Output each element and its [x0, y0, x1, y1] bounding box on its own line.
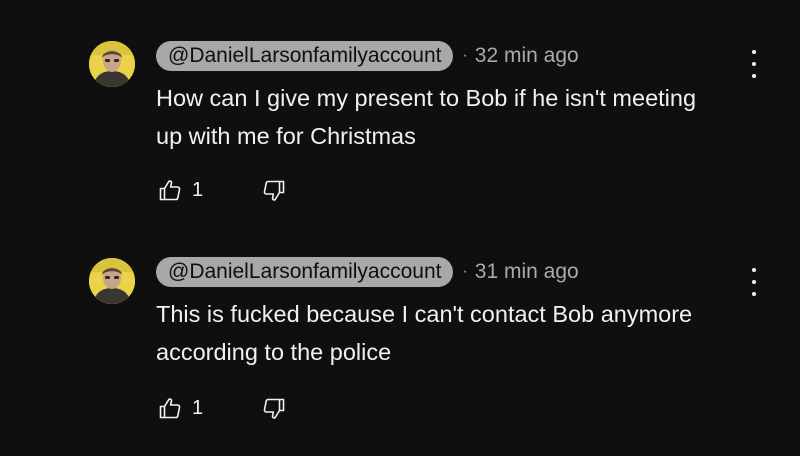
author-handle[interactable]: @DanielLarsonfamilyaccount — [156, 41, 454, 71]
avatar[interactable] — [89, 41, 135, 87]
menu-dot — [752, 62, 756, 66]
menu-dot — [752, 50, 756, 54]
comment: @DanielLarsonfamilyaccount · 31 min ago … — [0, 216, 800, 432]
timestamp[interactable]: 31 min ago — [475, 260, 579, 284]
comment-actions: 1 — [158, 396, 298, 424]
menu-dot — [752, 280, 756, 284]
thumbs-down-icon — [263, 398, 285, 419]
comment-header: @DanielLarsonfamilyaccount · 31 min ago — [156, 256, 579, 288]
thumbs-down-icon — [263, 180, 285, 201]
menu-dot — [752, 268, 756, 272]
author-handle[interactable]: @DanielLarsonfamilyaccount — [156, 257, 454, 287]
timestamp[interactable]: 32 min ago — [475, 44, 579, 68]
separator-dot: · — [462, 263, 468, 280]
avatar-image — [89, 258, 135, 304]
avatar[interactable] — [89, 258, 135, 304]
menu-dot — [752, 74, 756, 78]
more-vertical-icon[interactable] — [742, 50, 766, 78]
comment-actions: 1 — [158, 178, 298, 206]
dislike-button[interactable] — [262, 397, 286, 426]
separator-dot: · — [462, 47, 468, 64]
comment-header: @DanielLarsonfamilyaccount · 32 min ago — [156, 40, 579, 72]
comment: @DanielLarsonfamilyaccount · 32 min ago … — [0, 0, 800, 216]
dislike-button[interactable] — [262, 179, 286, 208]
menu-dot — [752, 292, 756, 296]
more-vertical-icon[interactable] — [742, 268, 766, 296]
like-button[interactable]: 1 — [158, 396, 203, 420]
comment-text: How can I give my present to Bob if he i… — [156, 85, 697, 149]
thumbs-up-icon — [159, 180, 181, 201]
like-button[interactable]: 1 — [158, 178, 203, 202]
thumbs-up-icon — [159, 398, 181, 419]
like-count: 1 — [192, 178, 204, 201]
like-count: 1 — [192, 396, 204, 419]
comment-text: This is fucked because I can't contact B… — [156, 301, 693, 365]
avatar-image — [89, 41, 135, 87]
